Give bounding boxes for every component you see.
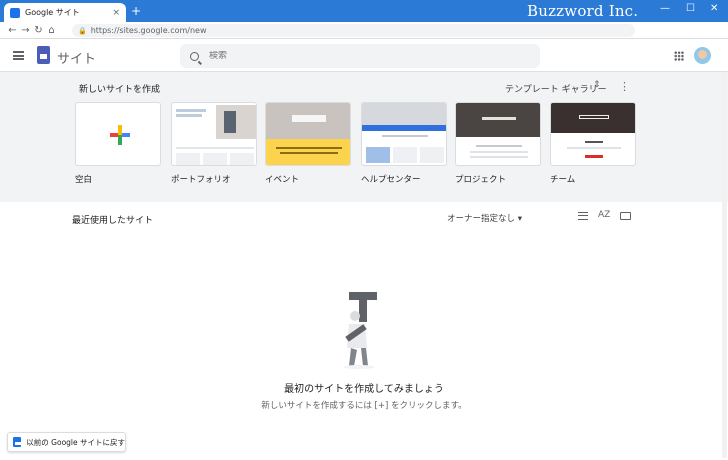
empty-state-subtitle: 新しいサイトを作成するには [+] をクリックします。 — [261, 401, 467, 411]
maximize-icon[interactable]: ☐ — [686, 3, 695, 14]
help-center-photo — [362, 103, 446, 125]
back-icon[interactable]: ← — [6, 25, 19, 36]
folder-icon[interactable] — [620, 212, 631, 220]
expand-collapse-icon[interactable]: ⇕ — [593, 80, 601, 90]
classic-sites-button[interactable]: 以前の Google サイトに戻す — [7, 432, 126, 452]
list-view-icon[interactable] — [578, 212, 588, 220]
app-title[interactable]: サイト — [57, 48, 96, 67]
scrollbar[interactable] — [722, 73, 727, 458]
template-label: 空白 — [75, 175, 93, 185]
reload-icon[interactable]: ↻ — [32, 25, 45, 36]
template-help-center[interactable]: ヘルプセンター — [361, 102, 447, 185]
avatar[interactable] — [694, 47, 711, 64]
lock-icon: 🔒 — [78, 26, 87, 35]
search-input[interactable] — [209, 51, 509, 61]
template-label: イベント — [265, 175, 300, 185]
template-thumbnail[interactable] — [455, 102, 541, 166]
search-bar[interactable] — [180, 44, 540, 68]
window-close-icon[interactable]: ✕ — [710, 3, 718, 14]
empty-state-illustration — [343, 292, 377, 369]
create-site-heading: 新しいサイトを作成 — [79, 85, 161, 95]
recent-sites-heading: 最近使用したサイト — [72, 216, 154, 226]
sites-favicon-icon — [10, 7, 20, 18]
template-event[interactable]: イベント — [265, 102, 351, 185]
template-blank[interactable]: 空白 — [75, 102, 161, 185]
search-icon[interactable] — [190, 51, 199, 61]
url-input[interactable]: 🔒 https://sites.google.com/new — [72, 24, 635, 37]
template-thumbnail[interactable] — [361, 102, 447, 166]
plus-icon — [110, 125, 130, 145]
close-icon[interactable]: × — [112, 8, 120, 18]
template-band: 新しいサイトを作成 テンプレート ギャラリー ⇕ ⋮ 空白 ポートフォリオ イベ… — [0, 72, 728, 202]
browser-titlebar: Google サイト × + Buzzword Inc. — ☐ ✕ — [0, 0, 728, 22]
url-text: https://sites.google.com/new — [90, 26, 207, 35]
google-apps-icon[interactable] — [674, 51, 684, 61]
address-bar: ← → ↻ ⌂ 🔒 https://sites.google.com/new ⇪… — [0, 22, 728, 57]
classic-sites-icon — [13, 437, 25, 447]
template-label: チーム — [550, 175, 576, 185]
owner-filter-dropdown[interactable]: オーナー指定なし ▾ — [447, 212, 522, 224]
minimize-icon[interactable]: — — [660, 3, 670, 14]
empty-state-title: 最初のサイトを作成してみましょう — [284, 384, 444, 395]
app-header: サイト — [0, 40, 728, 72]
classic-sites-label: 以前の Google サイトに戻す — [26, 437, 125, 447]
forward-icon[interactable]: → — [19, 25, 32, 36]
template-thumbnail[interactable] — [171, 102, 257, 166]
template-label: ポートフォリオ — [171, 175, 231, 185]
template-label: ヘルプセンター — [361, 175, 421, 185]
tab-title: Google サイト — [25, 8, 80, 17]
template-team[interactable]: チーム — [550, 102, 636, 185]
home-icon[interactable]: ⌂ — [45, 25, 58, 36]
project-photo — [456, 103, 540, 137]
template-portfolio[interactable]: ポートフォリオ — [171, 102, 257, 185]
watermark: Buzzword Inc. — [527, 2, 639, 20]
template-label: プロジェクト — [455, 175, 507, 185]
sites-logo-icon[interactable] — [37, 46, 50, 64]
sort-az-icon[interactable]: AZ — [598, 210, 610, 220]
template-thumbnail[interactable] — [75, 102, 161, 166]
more-options-icon[interactable]: ⋮ — [619, 80, 630, 93]
template-thumbnail[interactable] — [265, 102, 351, 166]
browser-tab[interactable]: Google サイト × — [4, 3, 126, 22]
template-project[interactable]: プロジェクト — [455, 102, 541, 185]
hamburger-menu-icon[interactable] — [13, 51, 24, 60]
template-gallery-button[interactable]: テンプレート ギャラリー — [505, 82, 607, 95]
template-thumbnail[interactable] — [550, 102, 636, 166]
portfolio-photo — [216, 105, 256, 139]
new-tab-button[interactable]: + — [131, 4, 141, 18]
